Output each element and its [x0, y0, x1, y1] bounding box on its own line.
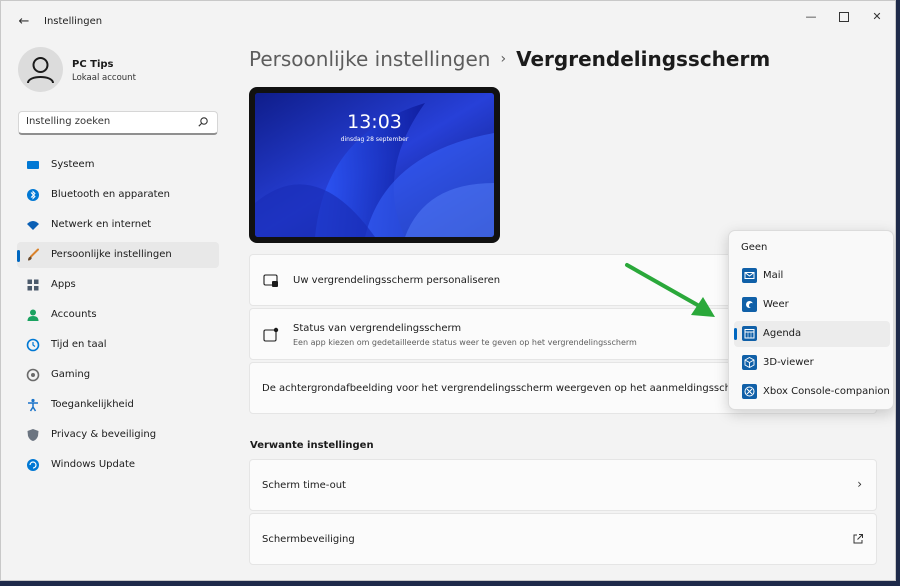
xbox-icon [742, 384, 757, 399]
wifi-icon [27, 221, 39, 230]
search-box[interactable] [18, 111, 218, 135]
user-account-type: Lokaal account [72, 73, 136, 83]
lock-screen-preview: 13:03 dinsdag 28 september [249, 87, 500, 243]
active-indicator [17, 250, 20, 262]
sidebar-item-label: Persoonlijke instellingen [51, 249, 172, 260]
sidebar-item-label: Accounts [51, 309, 97, 320]
shield-icon [27, 429, 39, 441]
title-bar: ← Instellingen — ✕ [1, 1, 895, 41]
card-title: De achtergrondafbeelding voor het vergre… [262, 383, 751, 394]
maximize-button[interactable] [829, 7, 859, 27]
sidebar-item-netwerk[interactable]: Netwerk en internet [17, 212, 219, 238]
dropdown-option-label: Geen [741, 242, 768, 253]
screensaver-link[interactable]: Schermbeveiliging [249, 513, 877, 565]
back-button[interactable]: ← [13, 13, 35, 31]
status-icon [263, 327, 279, 342]
sidebar-item-label: Bluetooth en apparaten [51, 189, 170, 200]
sidebar-item-label: Systeem [51, 159, 95, 170]
breadcrumb: Persoonlijke instellingen › Vergrendelings… [249, 47, 770, 71]
status-app-dropdown: Geen Mail Weer Agenda 3D-viewer Xbox Con… [728, 230, 894, 410]
minimize-button[interactable]: — [796, 7, 826, 27]
chevron-right-icon: › [857, 477, 862, 491]
selected-indicator [734, 328, 737, 340]
update-icon [27, 459, 39, 471]
mail-icon [742, 268, 757, 283]
dropdown-option-label: Mail [763, 270, 784, 281]
card-title: Schermbeveiliging [262, 534, 355, 545]
close-button[interactable]: ✕ [862, 7, 892, 27]
sidebar-item-label: Apps [51, 279, 76, 290]
sidebar-item-bluetooth[interactable]: Bluetooth en apparaten [17, 182, 219, 208]
card-title: Uw vergrendelingsscherm personaliseren [293, 275, 501, 286]
sidebar-item-label: Windows Update [51, 459, 136, 470]
dropdown-option-label: Xbox Console-companion [763, 386, 890, 397]
app-title: Instellingen [44, 16, 103, 27]
cube-icon [742, 355, 757, 370]
accessibility-icon [28, 398, 38, 412]
calendar-icon [742, 326, 757, 341]
sidebar-item-tijd-en-taal[interactable]: Tijd en taal [17, 332, 219, 358]
person-icon [27, 309, 39, 321]
user-silhouette-icon [27, 57, 54, 84]
sidebar-item-windows-update[interactable]: Windows Update [17, 452, 219, 478]
user-name: PC Tips [72, 59, 114, 70]
preview-date: dinsdag 28 september [340, 136, 409, 143]
dropdown-option-agenda[interactable]: Agenda [734, 321, 890, 347]
dropdown-option-mail[interactable]: Mail [734, 263, 890, 289]
card-title: Scherm time-out [262, 480, 346, 491]
dropdown-option-weer[interactable]: Weer [734, 292, 890, 318]
dropdown-option-geen[interactable]: Geen [734, 235, 890, 261]
weather-icon [742, 297, 757, 312]
gamepad-icon [26, 368, 40, 382]
sidebar-item-apps[interactable]: Apps [17, 272, 219, 298]
avatar[interactable] [18, 47, 63, 92]
settings-window: ← Instellingen — ✕ PC Tips Lokaal accoun… [0, 0, 896, 581]
sidebar-item-gaming[interactable]: Gaming [17, 362, 219, 388]
dropdown-option-label: 3D-viewer [763, 357, 814, 368]
sidebar-item-label: Netwerk en internet [51, 219, 152, 230]
breadcrumb-parent[interactable]: Persoonlijke instellingen [249, 47, 490, 71]
bluetooth-icon [27, 189, 39, 201]
screen-timeout-link[interactable]: Scherm time-out › [249, 459, 877, 511]
back-arrow-icon: ← [18, 14, 30, 29]
sidebar-item-accounts[interactable]: Accounts [17, 302, 219, 328]
sidebar-item-privacy[interactable]: Privacy & beveiliging [17, 422, 219, 448]
lock-screen-icon [263, 274, 278, 287]
brush-icon [28, 248, 39, 261]
sidebar-item-toegankelijkheid[interactable]: Toegankelijkheid [17, 392, 219, 418]
sidebar-item-label: Gaming [51, 369, 91, 380]
monitor-icon [27, 161, 39, 169]
maximize-icon [839, 12, 849, 22]
sidebar-item-label: Toegankelijkheid [51, 399, 134, 410]
breadcrumb-separator-icon: › [500, 51, 507, 67]
dropdown-option-3d-viewer[interactable]: 3D-viewer [734, 350, 890, 376]
related-settings-heading: Verwante instellingen [250, 440, 374, 451]
annotation-arrow-icon [625, 263, 715, 317]
dropdown-option-label: Agenda [763, 328, 802, 339]
card-subtitle: Een app kiezen om gedetailleerde status … [293, 338, 637, 347]
page-title: Vergrendelingsscherm [516, 47, 771, 71]
card-title: Status van vergrendelingsscherm [293, 323, 462, 334]
dropdown-option-xbox-console-companion[interactable]: Xbox Console-companion [734, 379, 890, 405]
sidebar-item-systeem[interactable]: Systeem [17, 152, 219, 178]
search-input[interactable] [26, 116, 196, 127]
close-icon: ✕ [872, 10, 882, 23]
sidebar-item-label: Privacy & beveiliging [51, 429, 157, 440]
search-icon[interactable] [197, 116, 209, 128]
sidebar-item-persoonlijke-instellingen[interactable]: Persoonlijke instellingen [17, 242, 219, 268]
sidebar-item-label: Tijd en taal [51, 339, 107, 350]
minimize-icon: — [805, 10, 817, 23]
preview-time: 13:03 [347, 111, 402, 133]
apps-icon [27, 279, 39, 291]
clock-globe-icon [26, 338, 40, 352]
external-link-icon [853, 534, 863, 544]
dropdown-option-label: Weer [763, 299, 789, 310]
lock-screen-wallpaper: 13:03 dinsdag 28 september [255, 93, 494, 237]
